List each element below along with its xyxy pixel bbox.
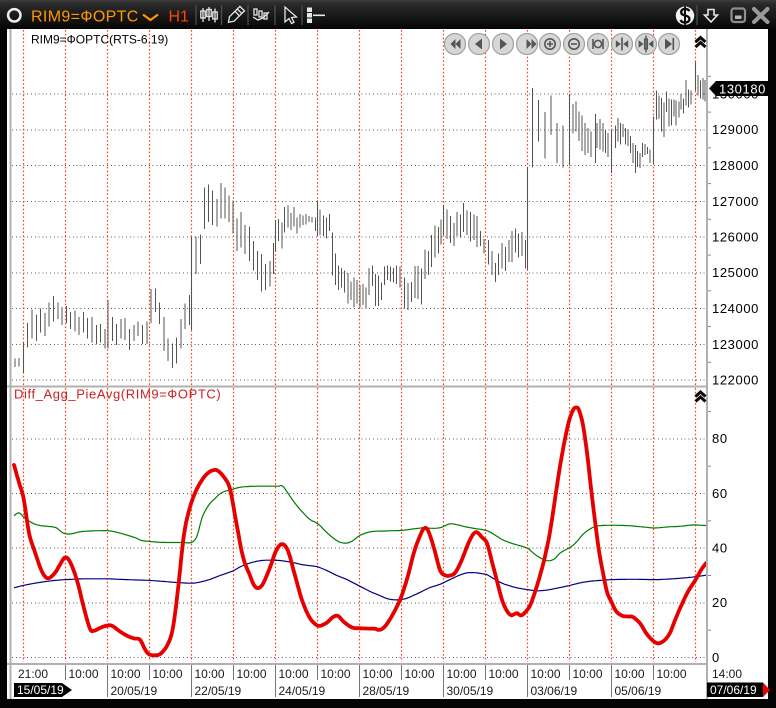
svg-text:Diff_Agg_PieAvg(RIM9=ФOPTC): Diff_Agg_PieAvg(RIM9=ФOPTC) [14,387,221,402]
svg-text:0: 0 [712,650,720,665]
svg-text:20/05/19: 20/05/19 [111,684,158,698]
svg-text:40: 40 [712,541,728,556]
svg-text:127000: 127000 [712,194,759,209]
svg-text:10:00: 10:00 [237,667,267,681]
svg-text:22/05/19: 22/05/19 [195,684,242,698]
svg-text:10:00: 10:00 [657,667,687,681]
svg-text:24/05/19: 24/05/19 [279,684,326,698]
svg-text:10:00: 10:00 [405,667,435,681]
svg-text:10:00: 10:00 [363,667,393,681]
svg-text:10:00: 10:00 [153,667,183,681]
svg-text:30/05/19: 30/05/19 [447,684,494,698]
svg-text:RIM9=ФOPTC: RIM9=ФOPTC [31,8,139,25]
svg-text:10:00: 10:00 [447,667,477,681]
svg-text:10:00: 10:00 [531,667,561,681]
svg-text:130180: 130180 [719,82,766,97]
svg-text:14:00: 14:00 [712,667,742,681]
svg-text:125000: 125000 [712,265,759,280]
svg-text:20: 20 [712,595,728,610]
svg-text:21:00: 21:00 [18,667,48,681]
svg-text:129000: 129000 [712,122,759,137]
svg-text:10:00: 10:00 [69,667,99,681]
svg-text:H1: H1 [169,8,190,25]
svg-text:10:00: 10:00 [615,667,645,681]
svg-text:122000: 122000 [712,373,759,388]
svg-text:28/05/19: 28/05/19 [363,684,410,698]
svg-text:10:00: 10:00 [321,667,351,681]
svg-text:128000: 128000 [712,158,759,173]
svg-text:10:00: 10:00 [489,667,519,681]
svg-text:10:00: 10:00 [279,667,309,681]
svg-text:15/05/19: 15/05/19 [17,683,64,697]
svg-text:124000: 124000 [712,301,759,316]
svg-text:123000: 123000 [712,337,759,352]
svg-text:10:00: 10:00 [111,667,141,681]
svg-text:05/06/19: 05/06/19 [615,684,662,698]
svg-text:80: 80 [712,431,728,446]
svg-text:07/06/19: 07/06/19 [710,683,757,697]
svg-text:10:00: 10:00 [573,667,603,681]
svg-text:126000: 126000 [712,230,759,245]
svg-text:10:00: 10:00 [195,667,225,681]
svg-text:RIM9=ФOPTC(RTS-6.19): RIM9=ФOPTC(RTS-6.19) [31,33,168,47]
svg-text:03/06/19: 03/06/19 [531,684,578,698]
svg-text:60: 60 [712,486,728,501]
